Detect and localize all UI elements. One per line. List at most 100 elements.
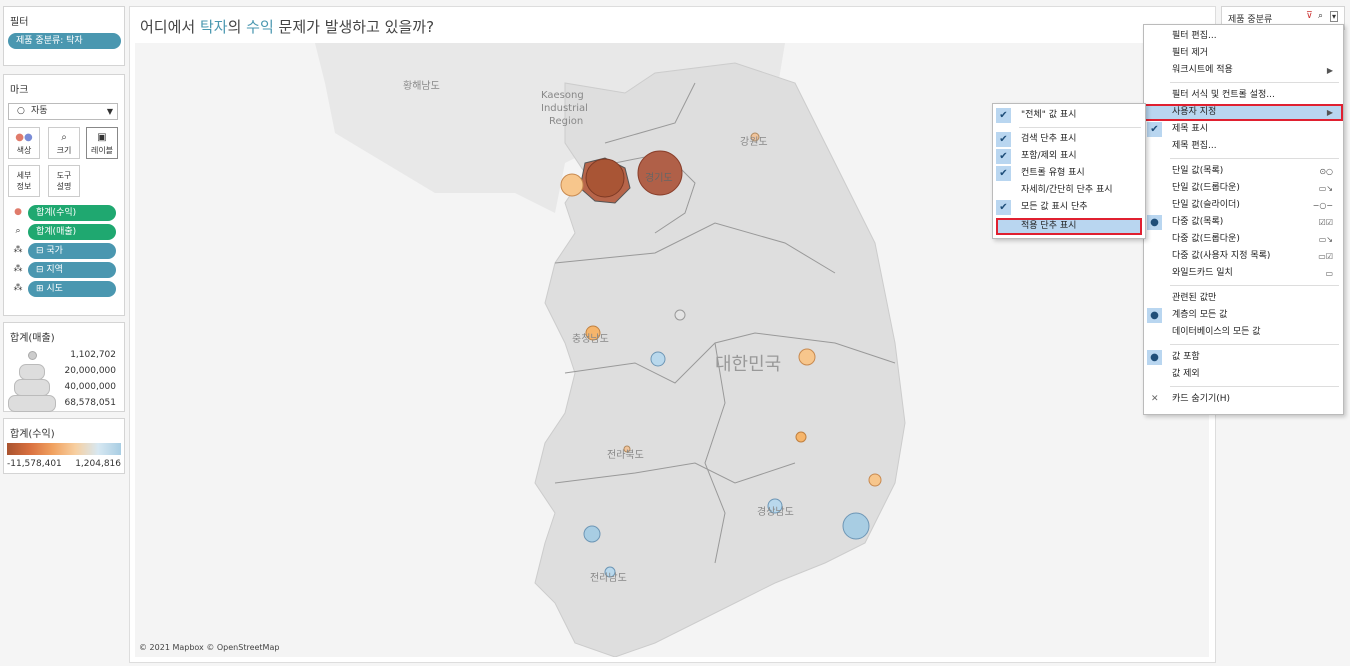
filter-pill-product-subcategory[interactable]: 제품 중분류: 탁자	[8, 33, 121, 49]
size-legend: 합계(매출) 1,102,702 20,000,000 40,000,000 6…	[3, 322, 125, 412]
menu-item-customize[interactable]: 사용자 지정 ▶	[1144, 104, 1343, 121]
color-button[interactable]: ●● 색상	[8, 127, 40, 159]
menu-item-single-value-dropdown[interactable]: 단일 값(드롭다운) ▭↘	[1144, 180, 1343, 197]
color-ramp	[7, 443, 121, 455]
slider-icon: −○−	[1312, 201, 1333, 210]
checkmark-icon: ✔	[996, 108, 1011, 123]
mark-pill-sum-profit[interactable]: 합계(수익)	[28, 205, 116, 221]
map-label-hwanghae: 황해남도	[403, 81, 440, 92]
customize-submenu: ✔ "전체" 값 표시 ✔ 검색 단추 표시 ✔ 포함/제외 표시 ✔ 컨트롤 유형 표…	[992, 103, 1146, 239]
data-circle-daegu	[795, 431, 807, 443]
detail-label-2: 정보	[16, 182, 32, 191]
data-circle-gwangju	[583, 525, 601, 543]
data-circle-ulsan	[868, 473, 882, 487]
circle-icon: ○	[17, 106, 25, 116]
submenu-item-show-all-button[interactable]: ✔ 모든 값 표시 단추	[993, 199, 1145, 216]
mark-type-label: 자동	[31, 106, 48, 116]
title-highlight-profit: 수익	[246, 18, 274, 36]
label-label: 레이블	[90, 146, 114, 155]
submenu-item-show-search-button[interactable]: ✔ 검색 단추 표시	[993, 131, 1145, 148]
tooltip-label-2: 설명	[56, 182, 72, 191]
menu-item-single-value-slider[interactable]: 단일 값(슬라이더) −○−	[1144, 197, 1343, 214]
filters-shelf: 필터 제품 중분류: 탁자	[3, 6, 125, 66]
detail-button[interactable]: 세부 정보	[8, 165, 40, 197]
menu-item-edit-title[interactable]: 제목 편집...	[1144, 138, 1343, 155]
worksheet-title: 어디에서 탁자의 수익 문제가 발생하고 있을까?	[140, 16, 434, 37]
menu-item-multiple-values-custom-list[interactable]: 다중 값(사용자 지정 목록) ▭☑	[1144, 248, 1343, 265]
title-part: 문제가 발생하고 있을까?	[273, 18, 435, 36]
mark-pill-province[interactable]: ⊞ 시도	[28, 281, 116, 297]
detail-icon: ⁂	[13, 245, 23, 255]
mark-pill-region[interactable]: ⊟ 지역	[28, 262, 116, 278]
detail-label-1: 세부	[16, 171, 32, 180]
marks-title: 마크	[10, 85, 29, 96]
menu-item-apply-to-worksheets[interactable]: 워크시트에 적용 ▶	[1144, 62, 1343, 79]
menu-item-all-values-database[interactable]: 데이터베이스의 모든 값	[1144, 324, 1343, 341]
size-legend-title: 합계(매출)	[10, 333, 55, 344]
close-icon: ✕	[1151, 394, 1159, 404]
bullet-icon: ●	[1147, 308, 1162, 323]
map-label-region: Region	[549, 116, 584, 127]
menu-separator	[1170, 344, 1339, 345]
menu-separator	[1170, 285, 1339, 286]
size-button[interactable]: ⌕ 크기	[48, 127, 80, 159]
size-legend-row: 68,578,051	[8, 395, 122, 412]
menu-item-all-values-hierarchy[interactable]: ● 계층의 모든 값	[1144, 307, 1343, 324]
checkmark-icon: ✔	[996, 200, 1011, 215]
size-legend-value: 1,102,702	[70, 350, 116, 360]
map-label-chungnam: 충청남도	[572, 334, 609, 345]
menu-separator	[1019, 127, 1141, 128]
size-icon: ⌕	[61, 132, 67, 143]
mark-type-select[interactable]: ○ 자동 ▼	[8, 103, 118, 120]
title-part: 의	[227, 18, 247, 36]
menu-item-relevant-values[interactable]: 관련된 값만	[1144, 290, 1343, 307]
submenu-item-show-apply-button[interactable]: 적용 단추 표시	[996, 218, 1142, 235]
submenu-item-show-control-type[interactable]: ✔ 컨트롤 유형 표시	[993, 165, 1145, 182]
submenu-item-show-include-exclude[interactable]: ✔ 포함/제외 표시	[993, 148, 1145, 165]
data-circle-chungbuk	[798, 348, 816, 366]
data-circle-sejong	[674, 309, 686, 321]
size-circle-xlarge	[8, 395, 56, 412]
map-label-gyeongnam: 경상남도	[757, 507, 794, 518]
chevron-down-icon[interactable]: ▾	[1330, 11, 1339, 22]
menu-item-remove-filter[interactable]: 필터 제거	[1144, 45, 1343, 62]
map-attribution[interactable]: © 2021 Mapbox © OpenStreetMap	[139, 643, 279, 652]
size-legend-row: 20,000,000	[10, 363, 122, 380]
filters-title: 필터	[10, 17, 29, 28]
radio-list-icon: ⊙○	[1319, 167, 1333, 176]
menu-item-show-title[interactable]: ✔ 제목 표시	[1144, 121, 1343, 138]
submenu-arrow-icon: ▶	[1326, 66, 1333, 75]
clear-filter-icon[interactable]: ⊽	[1306, 11, 1313, 21]
bullet-icon: ●	[1147, 350, 1162, 365]
checkmark-icon: ✔	[996, 149, 1011, 164]
label-button[interactable]: ▣ 레이블	[86, 127, 118, 159]
filter-context-menu: 필터 편집... 필터 제거 워크시트에 적용 ▶ 필터 서식 및 컨트롤 설정.…	[1143, 24, 1344, 415]
menu-item-wildcard-match[interactable]: 와일드카드 일치 ▭	[1144, 265, 1343, 282]
marks-card: 마크 ○ 자동 ▼ ●● 색상 ⌕ 크기 ▣ 레이블 세부 정보 도구 설명 ●…	[3, 74, 125, 316]
submenu-item-show-all-value[interactable]: ✔ "전체" 값 표시	[993, 107, 1145, 124]
menu-item-hide-card[interactable]: ✕ 카드 숨기기(H)	[1144, 391, 1343, 408]
checkmark-icon: ✔	[996, 132, 1011, 147]
search-icon[interactable]: ⌕	[1318, 11, 1323, 21]
mark-pill-country[interactable]: ⊟ 국가	[28, 243, 116, 259]
size-icon: ⌕	[15, 226, 21, 236]
menu-item-multiple-values-list[interactable]: ● 다중 값(목록) ☑☑	[1144, 214, 1343, 231]
menu-item-single-value-list[interactable]: 단일 값(목록) ⊙○	[1144, 163, 1343, 180]
color-dots-icon: ●	[14, 207, 22, 217]
menu-item-exclude-values[interactable]: 값 제외	[1144, 366, 1343, 383]
checkmark-icon: ✔	[1147, 122, 1162, 137]
menu-item-include-values[interactable]: ● 값 포함	[1144, 349, 1343, 366]
size-legend-value: 68,578,051	[64, 398, 116, 408]
menu-item-multiple-values-dropdown[interactable]: 다중 값(드롭다운) ▭↘	[1144, 231, 1343, 248]
tooltip-button[interactable]: 도구 설명	[48, 165, 80, 197]
chevron-down-icon: ▼	[106, 107, 113, 116]
color-legend-min: -11,578,401	[7, 459, 62, 469]
menu-item-edit-filter[interactable]: 필터 편집...	[1144, 28, 1343, 45]
size-circle-medium	[19, 364, 45, 380]
tooltip-label-1: 도구	[56, 171, 72, 180]
map-label-gyeonggi: 경기도	[645, 173, 673, 184]
submenu-item-show-more-fewer[interactable]: 자세히/간단히 단추 표시	[993, 182, 1145, 199]
mark-pill-sum-sales[interactable]: 합계(매출)	[28, 224, 116, 240]
size-legend-value: 20,000,000	[64, 366, 116, 376]
menu-item-format-filter[interactable]: 필터 서식 및 컨트롤 설정...	[1144, 87, 1343, 104]
